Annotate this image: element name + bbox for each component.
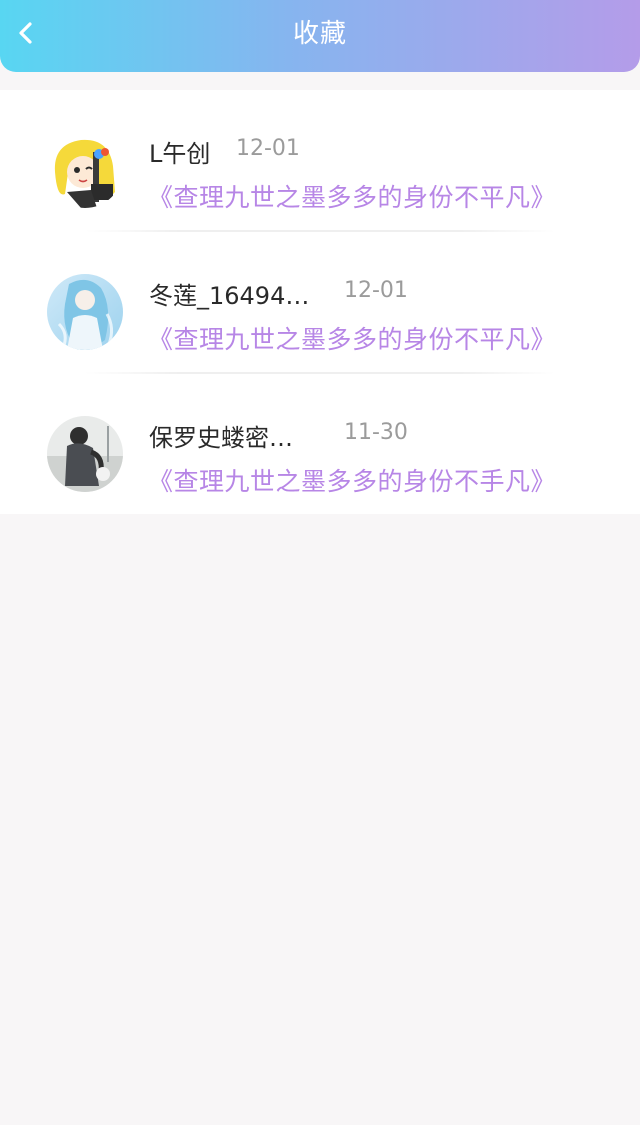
user-name: 保罗史蝼密… — [149, 424, 293, 452]
favorite-time: 11-30 — [344, 420, 408, 445]
photo-avatar-icon — [47, 416, 123, 492]
user-name: L午创 — [149, 140, 211, 168]
avatar[interactable] — [47, 416, 123, 492]
page-title: 收藏 — [292, 19, 347, 49]
avatar[interactable] — [47, 132, 123, 208]
book-title-link[interactable]: 《查理九世之墨多多的身份不平凡》 — [148, 320, 556, 356]
avatar[interactable] — [47, 274, 123, 350]
header-bar: 收藏 — [0, 0, 640, 72]
book-title-link[interactable]: 《查理九世之墨多多的身份不平凡》 — [148, 178, 556, 214]
favorite-time: 12-01 — [236, 136, 300, 161]
list-item[interactable]: 保罗史蝼密… 11-30 《查理九世之墨多多的身份不手凡》 — [0, 374, 640, 516]
list-item[interactable]: L午创 12-01 《查理九世之墨多多的身份不平凡》 — [0, 90, 640, 232]
list-item[interactable]: 冬莲_16494… 12-01 《查理九世之墨多多的身份不平凡》 — [0, 232, 640, 374]
book-title-link[interactable]: 《查理九世之墨多多的身份不手凡》 — [148, 462, 556, 498]
anime-avatar-icon — [47, 274, 123, 350]
favorites-list: L午创 12-01 《查理九世之墨多多的身份不平凡》 冬莲_16494… 12-… — [0, 90, 640, 514]
user-name: 冬莲_16494… — [149, 282, 310, 310]
favorite-time: 12-01 — [344, 278, 408, 303]
anime-avatar-icon — [47, 132, 123, 208]
